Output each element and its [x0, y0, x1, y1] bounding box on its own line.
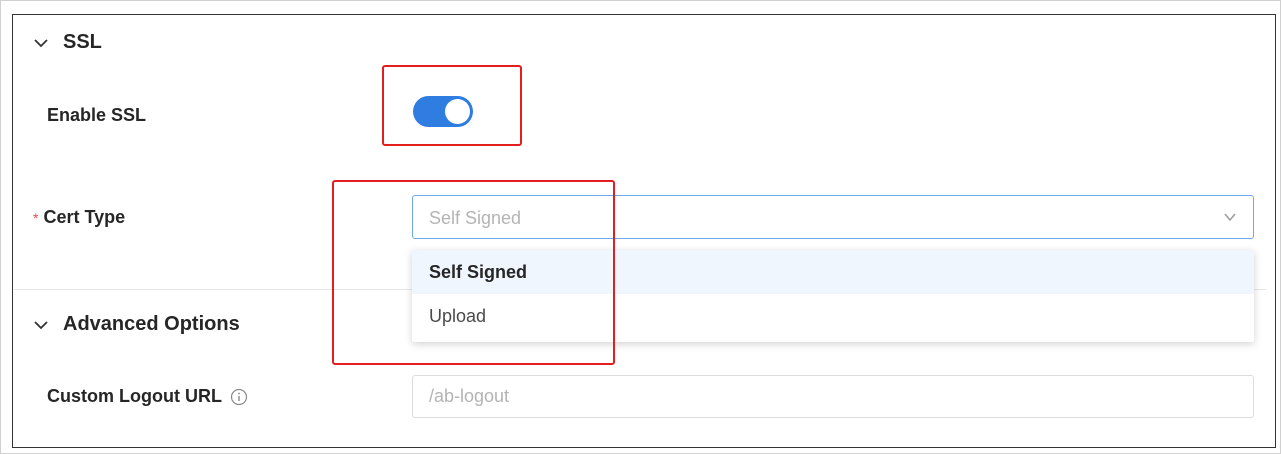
chevron-down-icon — [34, 320, 48, 329]
chevron-down-icon — [34, 38, 48, 47]
advanced-options-title: Advanced Options — [63, 313, 240, 335]
cert-type-label-text: Cert Type — [43, 207, 126, 227]
chevron-down-icon — [1224, 213, 1236, 222]
custom-logout-url-label: Custom Logout URL — [47, 386, 248, 407]
enable-ssl-label: Enable SSL — [47, 105, 146, 126]
enable-ssl-label-text: Enable SSL — [47, 105, 147, 125]
advanced-options-section-header[interactable]: Advanced Options — [33, 313, 240, 336]
toggle-highlight-box — [382, 65, 522, 146]
ssl-section-header[interactable]: SSL — [33, 31, 102, 54]
info-circle-icon[interactable] — [230, 388, 248, 406]
custom-logout-url-input[interactable] — [413, 376, 1253, 417]
cert-type-label: * Cert Type — [33, 207, 125, 228]
custom-logout-url-label-text: Custom Logout URL — [47, 386, 222, 406]
ssl-section-title: SSL — [63, 31, 102, 53]
custom-logout-url-field[interactable] — [412, 375, 1254, 418]
dropdown-highlight-box — [332, 180, 615, 365]
required-marker: * — [33, 209, 39, 226]
